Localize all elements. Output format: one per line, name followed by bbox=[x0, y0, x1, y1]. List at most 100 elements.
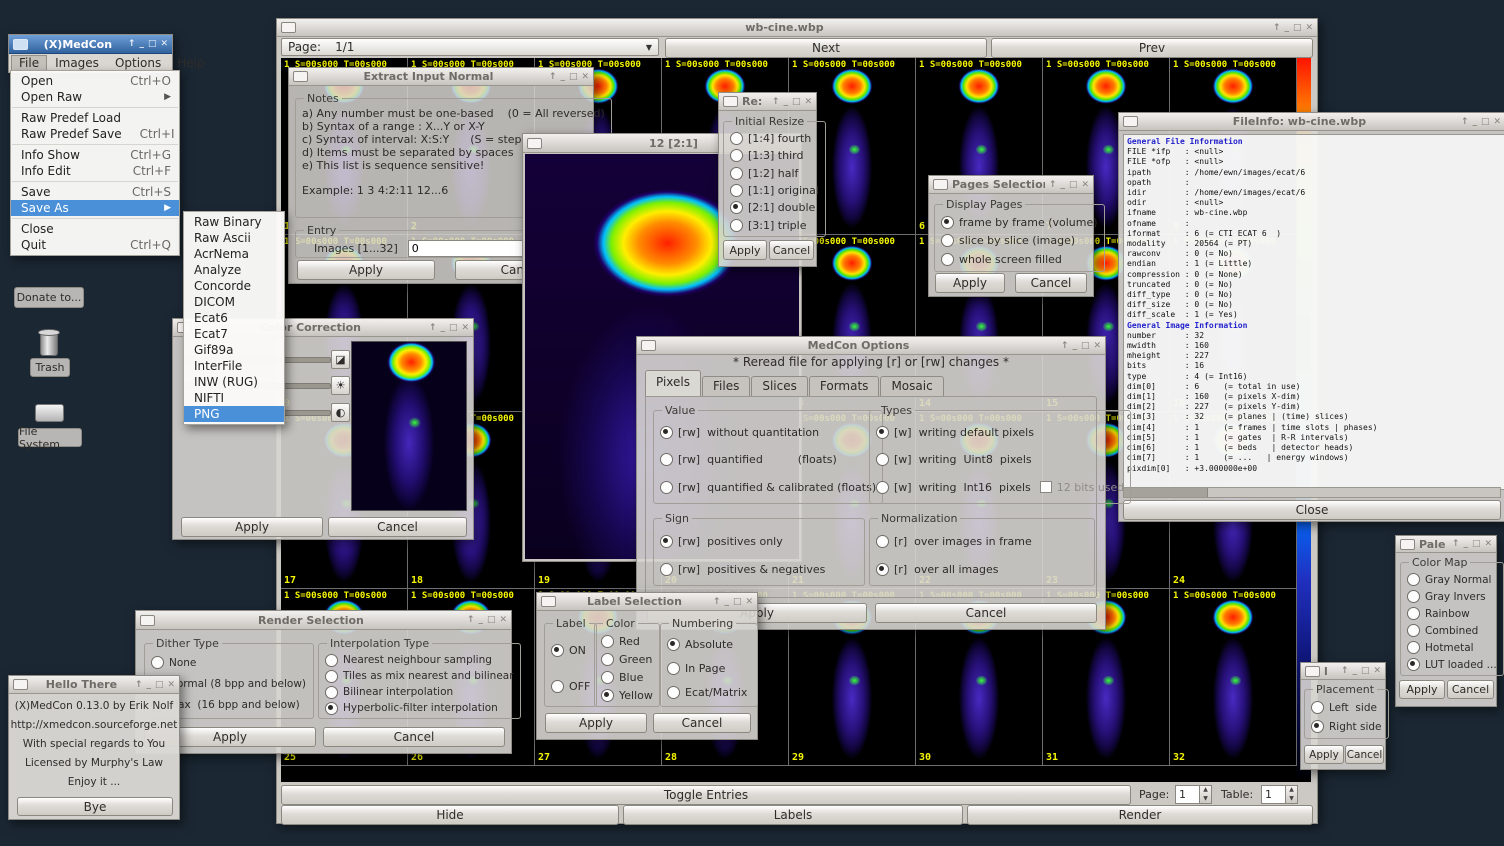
radio-option[interactable]: Absolute bbox=[667, 638, 751, 651]
radio-icon[interactable] bbox=[325, 654, 338, 667]
maximize-icon[interactable]: □ bbox=[1069, 180, 1078, 190]
radio-icon[interactable] bbox=[941, 234, 954, 247]
radio-icon[interactable] bbox=[325, 670, 338, 683]
radio-icon[interactable] bbox=[660, 563, 673, 576]
minimize-icon[interactable]: _ bbox=[560, 72, 565, 82]
submenu-item-analyze[interactable]: Analyze bbox=[184, 262, 284, 278]
submenu-item-ecat6[interactable]: Ecat6 bbox=[184, 310, 284, 326]
menu-item[interactable]: OpenCtrl+O bbox=[11, 73, 179, 89]
maximize-icon[interactable]: □ bbox=[487, 615, 496, 625]
apply-button[interactable]: Apply bbox=[1399, 680, 1445, 699]
menu-item[interactable]: Open Raw▶ bbox=[11, 89, 179, 105]
gamma-icon[interactable]: ◪ bbox=[331, 350, 350, 369]
radio-option[interactable]: Right side bbox=[1311, 720, 1382, 733]
window-icon[interactable] bbox=[527, 138, 542, 149]
menubar-item-options[interactable]: Options bbox=[107, 55, 169, 71]
close-icon[interactable]: ✕ bbox=[1093, 341, 1101, 351]
minimize-icon[interactable]: _ bbox=[478, 615, 483, 625]
submenu-item-png[interactable]: PNG bbox=[184, 406, 284, 422]
radio-option[interactable]: [w] writing Uint8 pixels bbox=[876, 453, 1124, 466]
minimize-icon[interactable]: _ bbox=[1352, 666, 1357, 676]
radio-option[interactable]: Bilinear interpolation bbox=[325, 686, 514, 699]
minimize-icon[interactable]: _ bbox=[1472, 117, 1477, 127]
minimize-icon[interactable]: _ bbox=[146, 680, 151, 690]
donate-button[interactable]: Donate to... bbox=[14, 287, 84, 308]
disk-icon[interactable] bbox=[35, 404, 64, 422]
radio-icon[interactable] bbox=[730, 201, 743, 214]
menu-item[interactable]: SaveCtrl+S bbox=[11, 184, 179, 200]
radio-icon[interactable] bbox=[660, 535, 673, 548]
menu-item[interactable]: Info ShowCtrl+G bbox=[11, 147, 179, 163]
radio-icon[interactable] bbox=[325, 702, 338, 715]
radio-option[interactable]: [w] writing Int16 pixels12 bits used bbox=[876, 481, 1124, 494]
tab-pixels[interactable]: Pixels bbox=[645, 370, 701, 396]
close-icon[interactable]: ✕ bbox=[581, 72, 589, 82]
cancel-button[interactable]: Cancel bbox=[875, 603, 1097, 623]
radio-icon[interactable] bbox=[151, 656, 164, 669]
spin-up-icon[interactable]: ▲ bbox=[1200, 786, 1211, 795]
radio-option[interactable]: ON bbox=[551, 644, 590, 657]
radio-icon[interactable] bbox=[1407, 607, 1420, 620]
next-button[interactable]: Next bbox=[665, 38, 987, 58]
fileinfo-text-area[interactable]: General File InformationFILE *ifp : <nul… bbox=[1123, 134, 1504, 490]
radio-icon[interactable] bbox=[730, 149, 743, 162]
radio-option[interactable]: OFF bbox=[551, 680, 590, 693]
submenu-item-nifti[interactable]: NIFTI bbox=[184, 390, 284, 406]
scan-cell-32[interactable]: 1 S=00s000 T=00s00032 bbox=[1170, 589, 1297, 766]
menu-item[interactable]: Raw Predef SaveCtrl+I bbox=[11, 126, 179, 142]
maximize-icon[interactable]: □ bbox=[1293, 23, 1302, 33]
radio-option[interactable]: Left side bbox=[1311, 701, 1382, 714]
radio-icon[interactable] bbox=[1407, 573, 1420, 586]
radio-icon[interactable] bbox=[730, 219, 743, 232]
radio-icon[interactable] bbox=[660, 426, 673, 439]
page-spinner[interactable]: 1 ▲▼ bbox=[1175, 785, 1212, 804]
close-icon[interactable]: ✕ bbox=[160, 39, 168, 49]
window-icon[interactable] bbox=[541, 596, 556, 607]
maximize-icon[interactable]: □ bbox=[733, 597, 742, 607]
bye-button[interactable]: Bye bbox=[17, 797, 173, 816]
radio-option[interactable]: [w] writing default pixels bbox=[876, 426, 1124, 439]
radio-icon[interactable] bbox=[325, 686, 338, 699]
shade-icon[interactable]: ↑ bbox=[772, 97, 780, 107]
maximize-icon[interactable]: □ bbox=[155, 680, 164, 690]
maximize-icon[interactable]: □ bbox=[569, 72, 578, 82]
maximize-icon[interactable]: □ bbox=[792, 97, 801, 107]
prev-button[interactable]: Prev bbox=[991, 38, 1313, 58]
radio-option[interactable]: [rw] without quantitation bbox=[660, 426, 876, 439]
contrast-icon[interactable]: ◐ bbox=[331, 403, 350, 422]
radio-option[interactable]: Ecat/Matrix bbox=[667, 686, 751, 699]
shade-icon[interactable]: ↑ bbox=[1341, 666, 1349, 676]
cancel-button[interactable]: Cancel bbox=[323, 727, 505, 747]
window-icon[interactable] bbox=[723, 96, 738, 107]
radio-option[interactable]: [rw] quantified & calibrated (floats) bbox=[660, 481, 876, 494]
menu-item[interactable]: QuitCtrl+Q bbox=[11, 237, 179, 253]
close-icon[interactable]: ✕ bbox=[499, 615, 507, 625]
apply-button[interactable]: Apply bbox=[297, 260, 435, 280]
tab-formats[interactable]: Formats bbox=[809, 376, 880, 396]
shade-icon[interactable]: ↑ bbox=[135, 680, 143, 690]
hide-button[interactable]: Hide bbox=[281, 805, 619, 825]
radio-icon[interactable] bbox=[601, 635, 614, 648]
shade-icon[interactable]: ↑ bbox=[1273, 23, 1281, 33]
radio-option[interactable]: frame by frame (volume) bbox=[941, 216, 1098, 229]
radio-option[interactable]: [1:4] fourth bbox=[730, 132, 819, 145]
radio-option[interactable]: Red bbox=[601, 635, 653, 648]
shade-icon[interactable]: ↑ bbox=[128, 39, 136, 49]
radio-option[interactable]: Green bbox=[601, 653, 653, 666]
table-spinner[interactable]: 1 ▲▼ bbox=[1261, 785, 1298, 804]
filesystem-label[interactable]: File System bbox=[18, 428, 82, 447]
radio-option[interactable]: slice by slice (image) bbox=[941, 234, 1098, 247]
radio-option[interactable]: [1:2] half bbox=[730, 167, 819, 180]
submenu-item-acrnema[interactable]: AcrNema bbox=[184, 246, 284, 262]
radio-icon[interactable] bbox=[660, 481, 673, 494]
minimize-icon[interactable]: _ bbox=[440, 323, 445, 333]
radio-icon[interactable] bbox=[660, 453, 673, 466]
shade-icon[interactable]: ↑ bbox=[1061, 341, 1069, 351]
radio-icon[interactable] bbox=[1407, 590, 1420, 603]
close-icon[interactable]: ✕ bbox=[1373, 666, 1381, 676]
shade-icon[interactable]: ↑ bbox=[1452, 539, 1460, 549]
close-icon[interactable]: ✕ bbox=[1305, 23, 1313, 33]
radio-option[interactable]: Gray Normal bbox=[1407, 573, 1497, 586]
radio-option[interactable]: In Page bbox=[667, 662, 751, 675]
radio-option[interactable]: Blue bbox=[601, 671, 653, 684]
